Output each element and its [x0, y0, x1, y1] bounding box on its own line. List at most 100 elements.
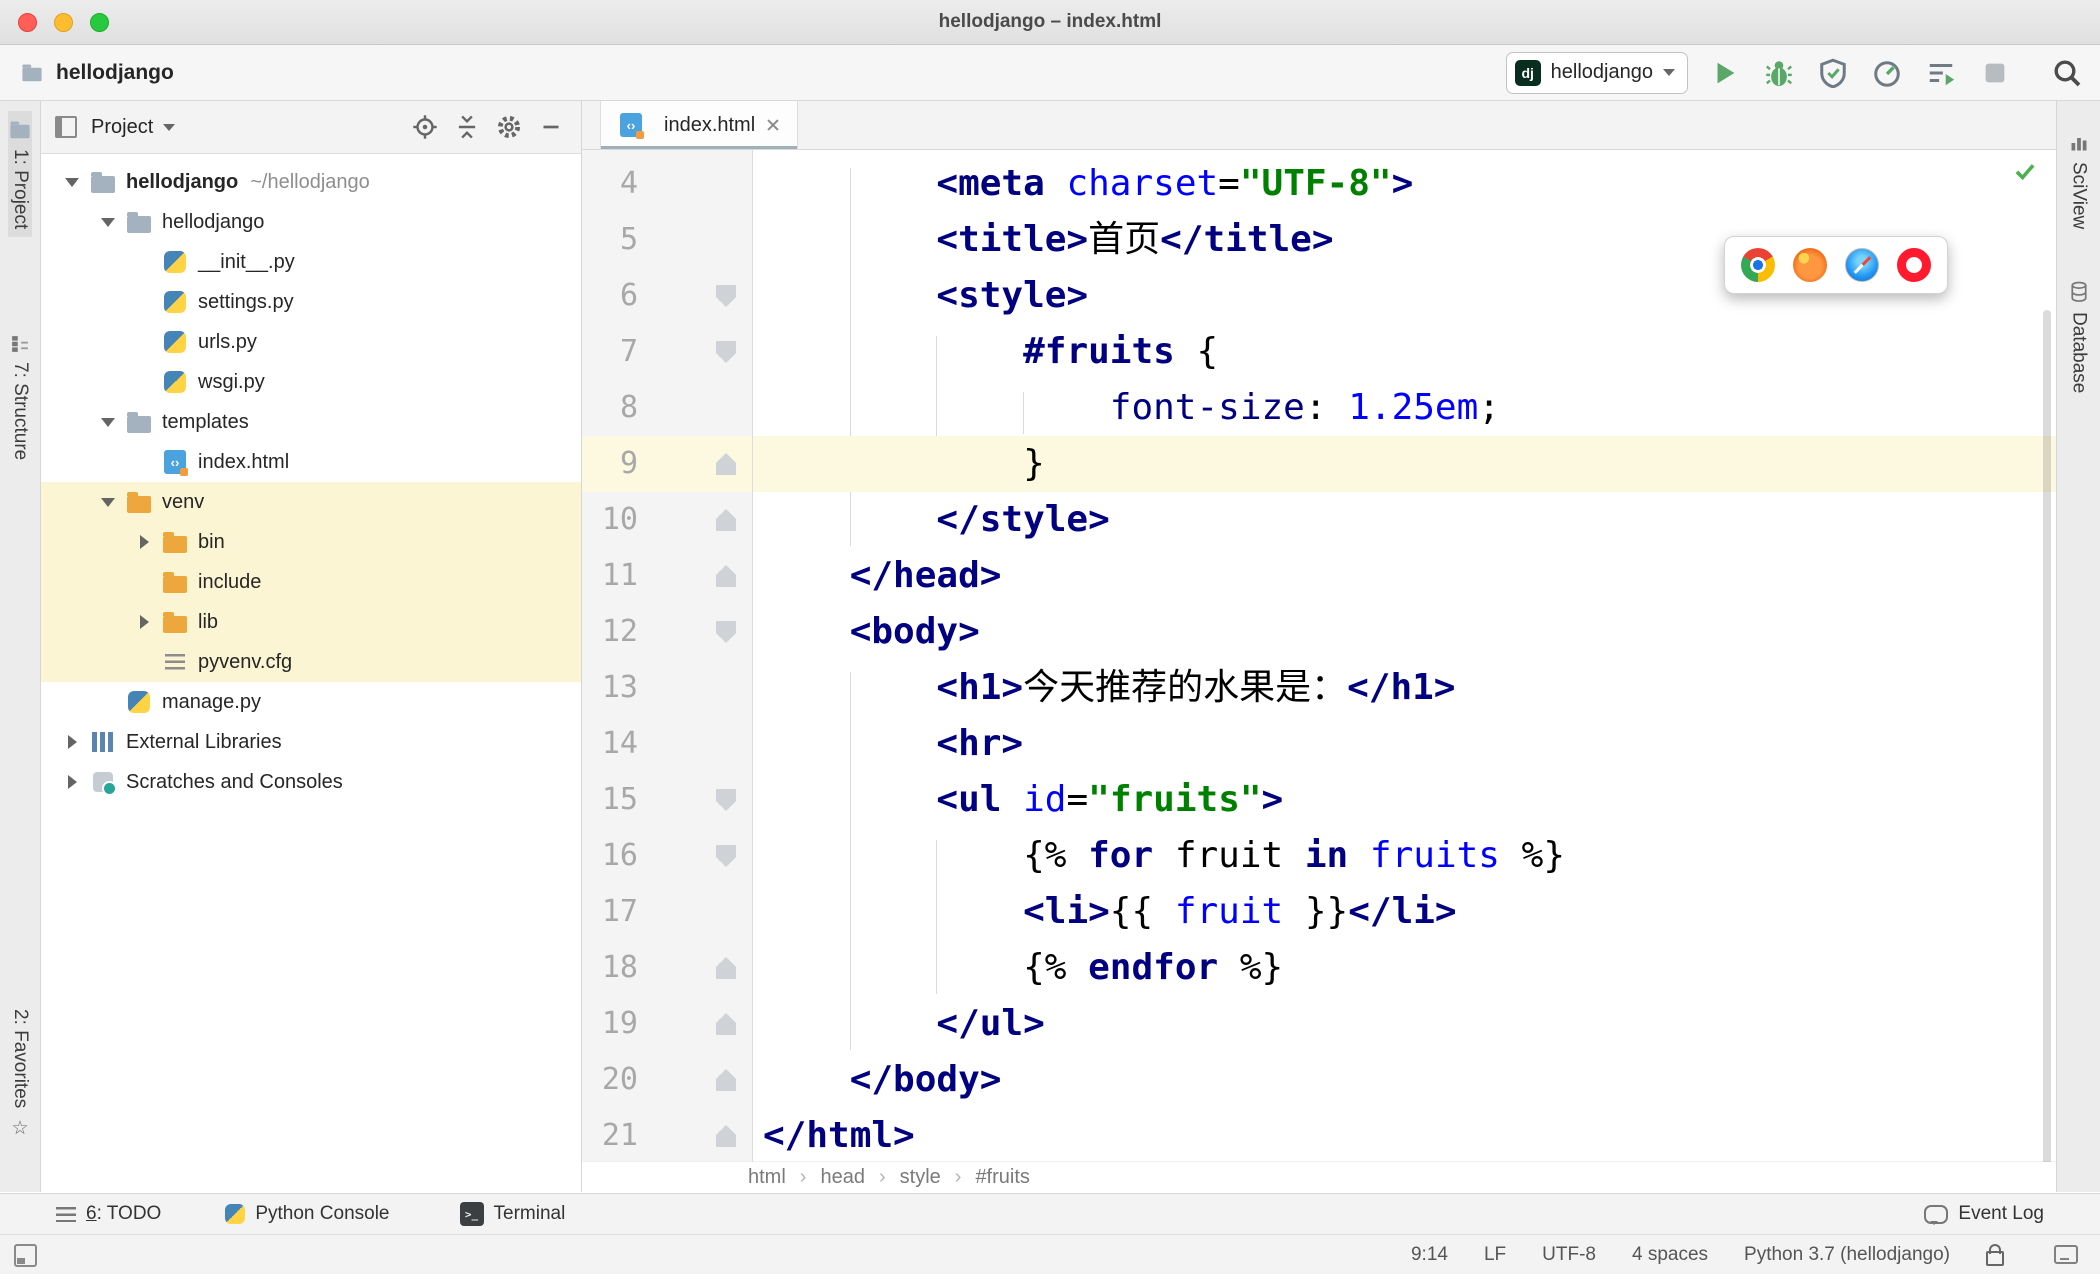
- profiler-button[interactable]: [1870, 56, 1904, 90]
- code-line-14[interactable]: 14 <hr>: [582, 716, 2056, 772]
- run-with-parameters-button[interactable]: [1924, 56, 1958, 90]
- opera-browser-icon[interactable]: [1897, 248, 1931, 282]
- locate-file-button[interactable]: [409, 111, 441, 143]
- expand-arrow[interactable]: [55, 775, 89, 789]
- tree-item-lib[interactable]: lib: [41, 602, 581, 642]
- code-line-10[interactable]: 10 </style>: [582, 492, 2056, 548]
- fold-marker[interactable]: [716, 341, 736, 363]
- tree-item-external-libraries[interactable]: External Libraries: [41, 722, 581, 762]
- stop-button[interactable]: [1978, 56, 2012, 90]
- collapse-all-button[interactable]: [451, 111, 483, 143]
- code-line-7[interactable]: 7 #fruits {: [582, 324, 2056, 380]
- close-window-button[interactable]: [18, 13, 37, 32]
- breadcrumb-fruits[interactable]: #fruits: [975, 1166, 1029, 1189]
- firefox-browser-icon[interactable]: [1793, 248, 1827, 282]
- tree-item-templates[interactable]: templates: [41, 402, 581, 442]
- fold-marker[interactable]: [716, 285, 736, 307]
- indent-setting[interactable]: 4 spaces: [1632, 1244, 1708, 1266]
- code-line-9[interactable]: 9 }: [582, 436, 2056, 492]
- tree-item-hellodjango[interactable]: hellodjango: [41, 202, 581, 242]
- file-encoding[interactable]: UTF-8: [1542, 1244, 1596, 1266]
- reader-mode-icon[interactable]: [2054, 1245, 2078, 1264]
- run-button[interactable]: [1708, 56, 1742, 90]
- code-line-12[interactable]: 12 <body>: [582, 604, 2056, 660]
- lock-icon[interactable]: [1986, 1244, 2004, 1266]
- safari-browser-icon[interactable]: [1845, 248, 1879, 282]
- line-separator[interactable]: LF: [1484, 1244, 1506, 1266]
- tool-button-sciview[interactable]: SciView: [2068, 125, 2090, 237]
- close-tab-icon[interactable]: [765, 117, 781, 133]
- breadcrumb-html[interactable]: html: [748, 1166, 786, 1189]
- code-line-18[interactable]: 18 {% endfor %}: [582, 940, 2056, 996]
- tree-item-wsgi-py[interactable]: wsgi.py: [41, 362, 581, 402]
- fold-marker[interactable]: [716, 845, 736, 867]
- code-line-16[interactable]: 16 {% for fruit in fruits %}: [582, 828, 2056, 884]
- chrome-browser-icon[interactable]: [1741, 248, 1775, 282]
- tab-index-html[interactable]: index.html: [600, 101, 799, 149]
- tree-item-hellodjango[interactable]: hellodjango ~/hellodjango: [41, 162, 581, 202]
- tree-item-urls-py[interactable]: urls.py: [41, 322, 581, 362]
- expand-arrow[interactable]: [55, 178, 89, 187]
- minimize-window-button[interactable]: [54, 13, 73, 32]
- fold-marker[interactable]: [716, 1013, 736, 1035]
- tree-item-settings-py[interactable]: settings.py: [41, 282, 581, 322]
- tree-item--init-py[interactable]: __init__.py: [41, 242, 581, 282]
- breadcrumb-style[interactable]: style: [900, 1166, 941, 1189]
- tree-item-include[interactable]: include: [41, 562, 581, 602]
- fold-marker[interactable]: [716, 957, 736, 979]
- fold-marker[interactable]: [716, 453, 736, 475]
- tool-button-favorites[interactable]: 2: Favorites: [9, 1001, 31, 1148]
- expand-arrow[interactable]: [91, 498, 125, 507]
- code-line-17[interactable]: 17 <li>{{ fruit }}</li>: [582, 884, 2056, 940]
- inspections-ok-icon[interactable]: [2012, 158, 2038, 189]
- settings-button[interactable]: [493, 111, 525, 143]
- fold-marker[interactable]: [716, 621, 736, 643]
- tool-window-switcher-icon[interactable]: [14, 1243, 37, 1267]
- code-line-20[interactable]: 20 </body>: [582, 1052, 2056, 1108]
- terminal-button[interactable]: Terminal: [459, 1202, 565, 1226]
- tree-item-bin[interactable]: bin: [41, 522, 581, 562]
- chevron-down-icon[interactable]: [163, 123, 176, 131]
- hide-panel-button[interactable]: [535, 111, 567, 143]
- tree-item-venv[interactable]: venv: [41, 482, 581, 522]
- tree-item-pyvenv-cfg[interactable]: pyvenv.cfg: [41, 642, 581, 682]
- fold-marker[interactable]: [716, 1069, 736, 1091]
- project-panel-title[interactable]: Project: [91, 116, 153, 139]
- code-line-19[interactable]: 19 </ul>: [582, 996, 2056, 1052]
- code-area[interactable]: 4 <meta charset="UTF-8"> 5 <title>首页</tit…: [582, 150, 2056, 1162]
- code-line-13[interactable]: 13 <h1>今天推荐的水果是：</h1>: [582, 660, 2056, 716]
- expand-arrow[interactable]: [127, 535, 161, 549]
- tree-item-index-html[interactable]: index.html: [41, 442, 581, 482]
- code-line-11[interactable]: 11 </head>: [582, 548, 2056, 604]
- fold-marker[interactable]: [716, 565, 736, 587]
- fold-marker[interactable]: [716, 789, 736, 811]
- run-with-coverage-button[interactable]: [1816, 56, 1850, 90]
- todo-button[interactable]: 6: TODO: [56, 1203, 161, 1225]
- tree-item-scratches-and-consoles[interactable]: Scratches and Consoles: [41, 762, 581, 802]
- python-interpreter[interactable]: Python 3.7 (hellodjango): [1744, 1244, 1950, 1266]
- event-log-icon: [1924, 1204, 1949, 1225]
- breadcrumb-head[interactable]: head: [820, 1166, 865, 1189]
- expand-arrow[interactable]: [55, 735, 89, 749]
- expand-arrow[interactable]: [127, 615, 161, 629]
- expand-arrow[interactable]: [91, 218, 125, 227]
- debug-button[interactable]: [1762, 56, 1796, 90]
- zoom-window-button[interactable]: [90, 13, 109, 32]
- tool-button-project[interactable]: 1: Project: [8, 111, 32, 238]
- code-line-4[interactable]: 4 <meta charset="UTF-8">: [582, 156, 2056, 212]
- editor-scrollbar[interactable]: [2043, 310, 2051, 1162]
- fold-marker[interactable]: [716, 509, 736, 531]
- code-line-15[interactable]: 15 <ul id="fruits">: [582, 772, 2056, 828]
- tool-button-database[interactable]: Database: [2068, 273, 2090, 401]
- tool-button-structure[interactable]: 7: Structure: [9, 327, 31, 468]
- run-configuration-selector[interactable]: dj hellodjango: [1505, 51, 1688, 94]
- tree-item-manage-py[interactable]: manage.py: [41, 682, 581, 722]
- python-console-button[interactable]: Python Console: [225, 1203, 390, 1225]
- code-line-21[interactable]: 21 </html>: [582, 1108, 2056, 1162]
- search-everywhere-button[interactable]: [2050, 56, 2084, 90]
- caret-position[interactable]: 9:14: [1411, 1244, 1448, 1266]
- code-line-8[interactable]: 8 font-size: 1.25em;: [582, 380, 2056, 436]
- event-log-button[interactable]: Event Log: [1924, 1203, 2044, 1225]
- fold-marker[interactable]: [716, 1125, 736, 1147]
- expand-arrow[interactable]: [91, 418, 125, 427]
